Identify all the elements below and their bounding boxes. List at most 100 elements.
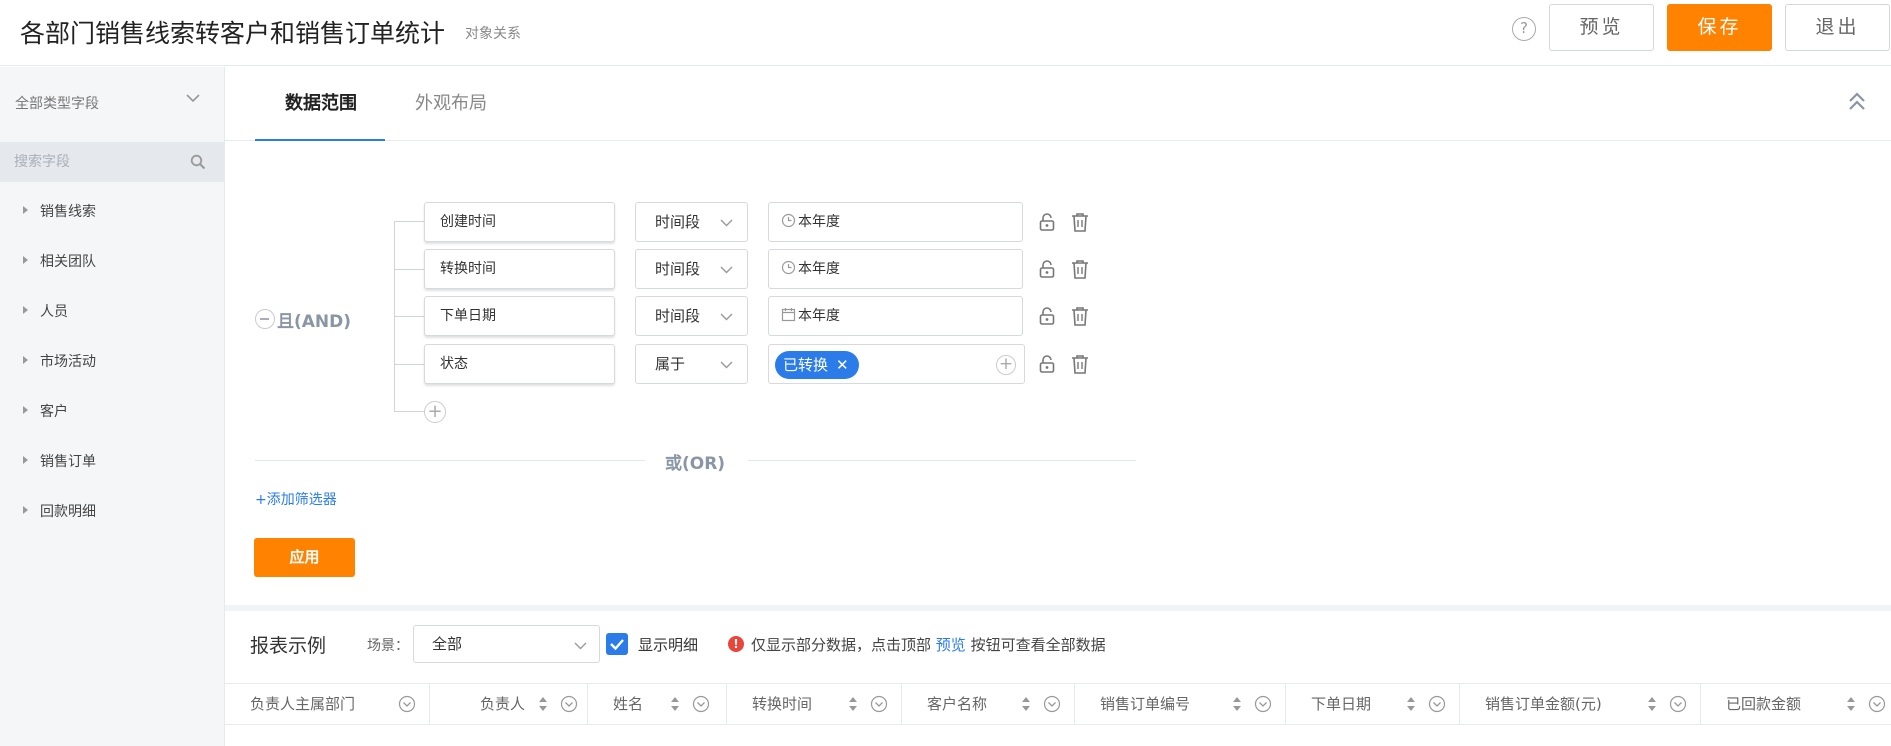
column-header[interactable]: 负责人 <box>430 684 588 724</box>
calendar-icon <box>781 307 796 321</box>
page-title: 各部门销售线索转客户和销售订单统计 <box>20 19 446 48</box>
operator-label: 时间段 <box>655 260 701 278</box>
preview-button[interactable]: 预览 <box>1549 4 1654 51</box>
trash-icon[interactable] <box>1071 306 1089 326</box>
column-label: 下单日期 <box>1311 695 1372 713</box>
clock-icon <box>781 260 796 274</box>
minus-circle-icon[interactable] <box>255 309 275 329</box>
column-label: 负责人主属部门 <box>250 695 356 713</box>
column-header[interactable]: 客户名称 <box>902 684 1075 724</box>
trash-icon[interactable] <box>1071 354 1089 374</box>
column-filter-icon[interactable] <box>1868 695 1886 713</box>
column-filter-icon[interactable] <box>1669 695 1687 713</box>
caret-right-icon <box>23 456 28 464</box>
sort-icon[interactable] <box>1021 696 1031 712</box>
scene-select[interactable]: 全部 <box>413 625 600 663</box>
column-filter-icon[interactable] <box>398 695 416 713</box>
sort-icon[interactable] <box>1846 696 1856 712</box>
unlock-icon[interactable] <box>1039 260 1055 278</box>
divider <box>255 460 645 461</box>
sidebar-item-label: 人员 <box>40 304 68 320</box>
divider <box>748 460 1136 461</box>
sidebar-item-customer[interactable]: 客户 <box>0 396 225 426</box>
field-type-select[interactable]: 全部类型字段 <box>15 93 99 113</box>
filter-value-input[interactable]: 本年度 <box>768 296 1023 336</box>
column-header[interactable]: 销售订单金额(元) <box>1460 684 1701 724</box>
close-icon[interactable]: ✕ <box>836 356 849 374</box>
sidebar-item-personnel[interactable]: 人员 <box>0 296 225 326</box>
column-header[interactable]: 销售订单编号 <box>1075 684 1286 724</box>
section-separator <box>225 605 1891 611</box>
show-detail-checkbox[interactable] <box>606 633 628 655</box>
column-filter-icon[interactable] <box>1254 695 1272 713</box>
tab-layout[interactable]: 外观布局 <box>415 89 487 115</box>
caret-right-icon <box>23 506 28 514</box>
column-label: 负责人 <box>480 695 526 713</box>
add-condition-button[interactable]: + <box>424 401 446 423</box>
column-header[interactable]: 姓名 <box>588 684 727 724</box>
sidebar-item-payment-detail[interactable]: 回款明细 <box>0 496 225 526</box>
chevron-down-icon <box>574 642 587 650</box>
preview-link[interactable]: 预览 <box>936 636 966 654</box>
filter-value-input[interactable]: 本年度 <box>768 249 1023 289</box>
filter-operator-select[interactable]: 时间段 <box>635 202 748 242</box>
sidebar-item-related-team[interactable]: 相关团队 <box>0 246 225 276</box>
sidebar-item-sales-order[interactable]: 销售订单 <box>0 446 225 476</box>
search-input[interactable] <box>14 150 184 174</box>
add-value-button[interactable]: + <box>996 355 1016 375</box>
search-icon[interactable] <box>190 154 206 170</box>
preview-notice: 仅显示部分数据，点击顶部 预览 按钮可查看全部数据 <box>751 634 1106 655</box>
sort-icon[interactable] <box>848 696 858 712</box>
trash-icon[interactable] <box>1071 212 1089 232</box>
sidebar-item-sales-leads[interactable]: 销售线索 <box>0 196 225 226</box>
filter-value-input[interactable]: 本年度 <box>768 202 1023 242</box>
filter-field-select[interactable]: 状态 <box>424 344 615 384</box>
scene-label: 场景： <box>367 638 409 654</box>
sidebar-item-label: 相关团队 <box>40 254 96 270</box>
sidebar-item-marketing[interactable]: 市场活动 <box>0 346 225 376</box>
object-relation-subtitle: 对象关系 <box>465 26 521 42</box>
column-header[interactable]: 下单日期 <box>1286 684 1460 724</box>
column-header[interactable]: 已回款金额 <box>1701 684 1891 724</box>
show-detail-label: 显示明细 <box>638 636 699 654</box>
filter-operator-select[interactable]: 属于 <box>635 344 748 384</box>
sort-icon[interactable] <box>1647 696 1657 712</box>
sort-icon[interactable] <box>1232 696 1242 712</box>
filter-operator-select[interactable]: 时间段 <box>635 296 748 336</box>
column-label: 已回款金额 <box>1726 695 1802 713</box>
sidebar-item-label: 市场活动 <box>40 354 96 370</box>
header: 各部门销售线索转客户和销售订单统计 对象关系 ? 预览 保存 退出 <box>0 0 1891 66</box>
help-icon[interactable]: ? <box>1512 17 1536 41</box>
column-filter-icon[interactable] <box>692 695 710 713</box>
column-filter-icon[interactable] <box>1428 695 1446 713</box>
exit-button[interactable]: 退出 <box>1785 4 1890 51</box>
save-button[interactable]: 保存 <box>1667 4 1772 51</box>
collapse-up-icon[interactable] <box>1847 91 1867 113</box>
filter-field-select[interactable]: 转换时间 <box>424 249 615 289</box>
caret-right-icon <box>23 406 28 414</box>
filter-field-select[interactable]: 创建时间 <box>424 202 615 242</box>
column-filter-icon[interactable] <box>1043 695 1061 713</box>
sort-icon[interactable] <box>670 696 680 712</box>
operator-label: 时间段 <box>655 213 701 231</box>
check-icon <box>610 639 624 651</box>
filter-operator-select[interactable]: 时间段 <box>635 249 748 289</box>
sort-icon[interactable] <box>1406 696 1416 712</box>
sort-icon[interactable] <box>538 696 548 712</box>
sidebar-item-label: 销售订单 <box>40 454 96 470</box>
chevron-down-icon[interactable] <box>186 91 200 105</box>
filter-field-select[interactable]: 下单日期 <box>424 296 615 336</box>
apply-button[interactable]: 应用 <box>254 538 355 577</box>
column-filter-icon[interactable] <box>870 695 888 713</box>
column-header[interactable]: 转换时间 <box>727 684 902 724</box>
add-filter-link[interactable]: +添加筛选器 <box>255 489 337 509</box>
filter-value-multiselect[interactable]: 已转换 ✕ + <box>768 344 1025 384</box>
column-filter-icon[interactable] <box>560 695 578 713</box>
unlock-icon[interactable] <box>1039 213 1055 231</box>
tab-data-range[interactable]: 数据范围 <box>285 89 357 115</box>
trash-icon[interactable] <box>1071 259 1089 279</box>
unlock-icon[interactable] <box>1039 307 1055 325</box>
unlock-icon[interactable] <box>1039 355 1055 373</box>
column-header[interactable]: 负责人主属部门 <box>225 684 430 724</box>
clock-icon <box>781 213 796 227</box>
